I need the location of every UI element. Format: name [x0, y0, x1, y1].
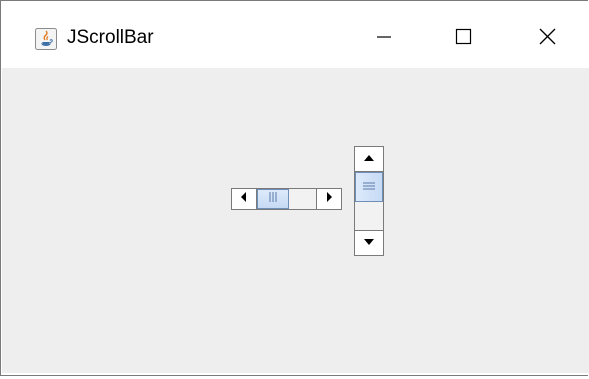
title-bar[interactable]: JScrollBar [1, 1, 588, 68]
scroll-down-button[interactable] [355, 230, 383, 255]
java-coffee-cup-icon[interactable] [35, 28, 57, 50]
content-pane [2, 68, 589, 373]
triangle-down-icon [363, 234, 375, 252]
scroll-up-button[interactable] [355, 147, 383, 172]
close-icon [537, 26, 557, 51]
triangle-right-icon [324, 190, 334, 208]
minimize-icon [374, 26, 394, 51]
vertical-scrollbar[interactable] [354, 146, 384, 256]
scroll-left-button[interactable] [232, 189, 257, 209]
maximize-icon [453, 26, 473, 51]
vertical-grip-icon [268, 190, 278, 208]
minimize-button[interactable] [358, 15, 410, 61]
horizontal-grip-icon [362, 178, 376, 196]
horizontal-scroll-thumb[interactable] [257, 189, 289, 209]
triangle-left-icon [239, 190, 249, 208]
scroll-right-button[interactable] [316, 189, 341, 209]
close-button[interactable] [521, 15, 573, 61]
vertical-scroll-thumb[interactable] [355, 172, 383, 202]
app-window: JScrollBar [0, 0, 589, 376]
horizontal-scrollbar[interactable] [231, 188, 342, 210]
vertical-scroll-track[interactable] [355, 172, 383, 230]
horizontal-scroll-track[interactable] [257, 189, 316, 209]
window-title: JScrollBar [67, 27, 154, 48]
triangle-up-icon [363, 150, 375, 168]
maximize-button[interactable] [437, 15, 489, 61]
